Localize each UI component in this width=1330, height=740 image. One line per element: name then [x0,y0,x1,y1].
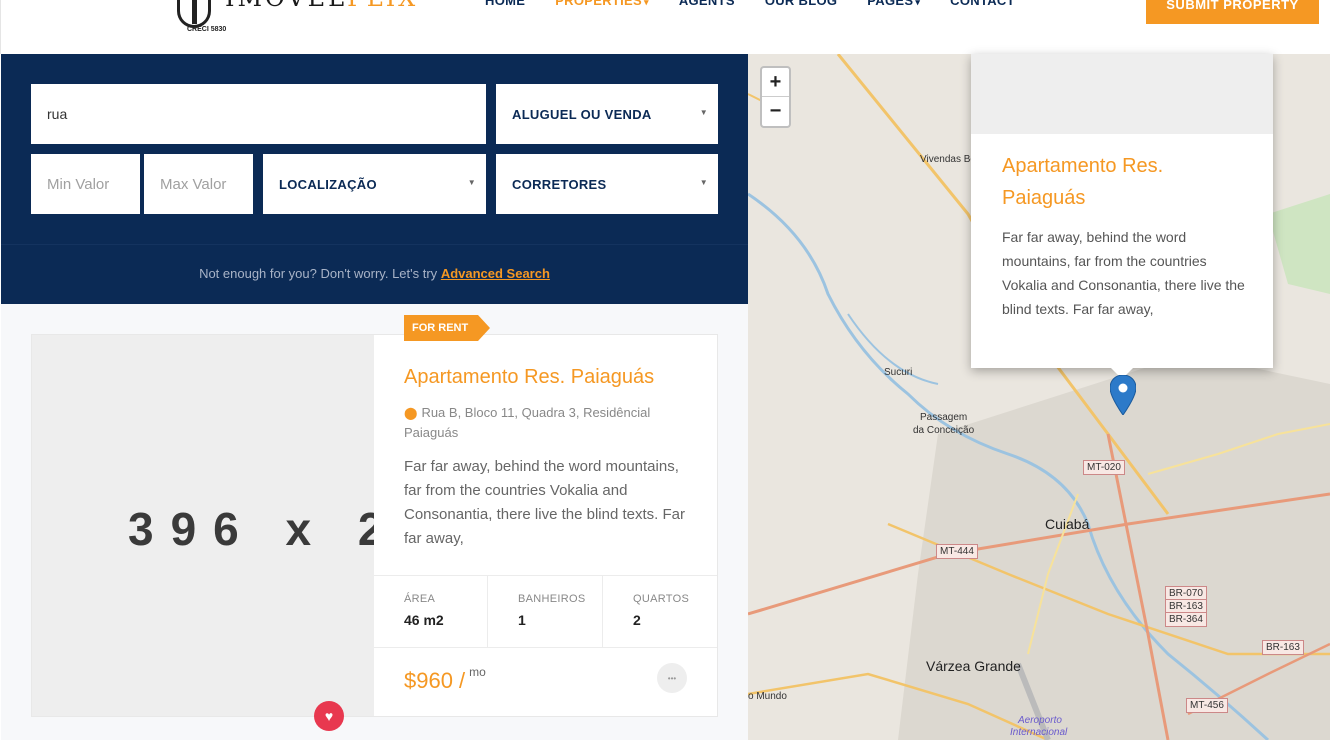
road-shield-mt020: MT-020 [1083,460,1125,475]
stat-bathrooms-label: BANHEIROS [518,593,586,605]
popup-image[interactable] [971,54,1273,134]
location-select-value: LOCALIZAÇÃO [279,176,377,192]
status-badge: FOR RENT [404,315,491,341]
submit-property-button[interactable]: SUBMIT PROPERTY [1146,0,1319,24]
min-price-input[interactable]: Min Valor [31,154,140,214]
map-label-airport: Aeroporto [1018,715,1062,726]
caret-down-icon: ▼ [467,178,476,187]
nav-home[interactable]: HOME [485,0,525,8]
main-nav: HOME PROPERTIES ▾ AGENTS OUR BLOG PAGES ▾ … [485,0,1015,8]
caret-down-icon: ▼ [699,178,708,187]
chevron-down-icon: ▾ [915,0,921,7]
divider [602,576,603,647]
road-shield-mt456: MT-456 [1186,698,1228,713]
stat-bathrooms-value: 1 [518,612,526,628]
map-label-passagem: Passagem [920,412,968,423]
site-header: IMOVELFLIX CRECI 5830 HOME PROPERTIES▾ A… [0,0,1330,54]
map-label-varzea-grande: Várzea Grande [926,658,1021,674]
nav-properties[interactable]: PROPERTIES ▾ [555,0,649,8]
map-label-cuiaba: Cuiabá [1045,516,1090,532]
brokers-select-value: CORRETORES [512,176,607,192]
divider [487,576,488,647]
map-zoom-control: + − [760,66,791,128]
divider [1,244,748,245]
stat-area-label: ÁREA [404,593,436,605]
map-pin-icon: ⬤ [404,406,418,420]
zoom-out-button[interactable]: − [762,97,789,126]
zoom-in-button[interactable]: + [762,68,789,97]
property-address: ⬤ Rua B, Bloco 11, Quadra 3, Residêncial … [404,405,651,440]
advanced-search-link[interactable]: Advanced Search [441,266,550,281]
location-select[interactable]: LOCALIZAÇÃO ▼ [263,154,486,214]
max-price-input[interactable]: Max Valor [144,154,253,214]
road-shield-mt444: MT-444 [936,544,978,559]
popup-title[interactable]: Apartamento Res. Paiaguás [1002,150,1252,214]
map-label-passagem-2: da Conceição [913,425,975,436]
stat-rooms-label: QUARTOS [633,593,690,605]
map-label-airport-2: Internacional [1010,727,1068,738]
price-unit: mo [469,664,486,679]
property-title[interactable]: Apartamento Res. Paiaguás [404,366,654,389]
logo-creci: CRECI 5830 [187,26,227,33]
map-label-sucuri: Sucuri [884,367,913,378]
divider [374,647,717,648]
ellipsis-icon: ••• [667,673,677,683]
brokers-select[interactable]: CORRETORES ▼ [496,154,718,214]
stat-rooms-value: 2 [633,612,641,628]
type-select[interactable]: ALUGUEL OU VENDA ▼ [496,84,718,144]
stat-area-value: 46 m2 [404,612,444,628]
map-label-mundo: o Mundo [748,691,787,702]
road-shield-br364: BR-364 [1165,612,1207,627]
more-options-button[interactable]: ••• [657,663,687,693]
heart-icon: ♥ [324,708,334,724]
nav-contact[interactable]: CONTACT [950,0,1015,8]
map-popup: Apartamento Res. Paiaguás Far far away, … [971,54,1273,368]
nav-blog[interactable]: OUR BLOG [765,0,837,8]
logo-mark-icon [177,0,211,28]
keyword-input[interactable]: rua [31,84,486,144]
map-marker-icon[interactable] [1109,374,1137,420]
caret-down-icon: ▼ [699,108,708,117]
search-panel: rua ALUGUEL OU VENDA ▼ Min Valor Max Val… [1,54,748,304]
image-placeholder-text: 396 x 2 [128,503,374,555]
favorite-button[interactable]: ♥ [314,701,344,731]
chevron-down-icon: ▾ [644,0,649,7]
road-shield-br163-east: BR-163 [1262,640,1304,655]
nav-pages[interactable]: PAGES ▾ [867,0,920,8]
nav-agents[interactable]: AGENTS [679,0,735,8]
logo-text: IMOVELFLIX [225,0,418,10]
type-select-value: ALUGUEL OU VENDA [512,106,652,122]
property-price: $960 /mo [404,664,486,693]
property-description: Far far away, behind the word mountains,… [404,458,685,547]
popup-description: Far far away, behind the word mountains,… [1002,229,1245,317]
divider [374,575,717,576]
property-image[interactable]: 396 x 2 [32,335,374,716]
advanced-search-hint: Not enough for you? Don't worry. Let's t… [199,266,550,281]
